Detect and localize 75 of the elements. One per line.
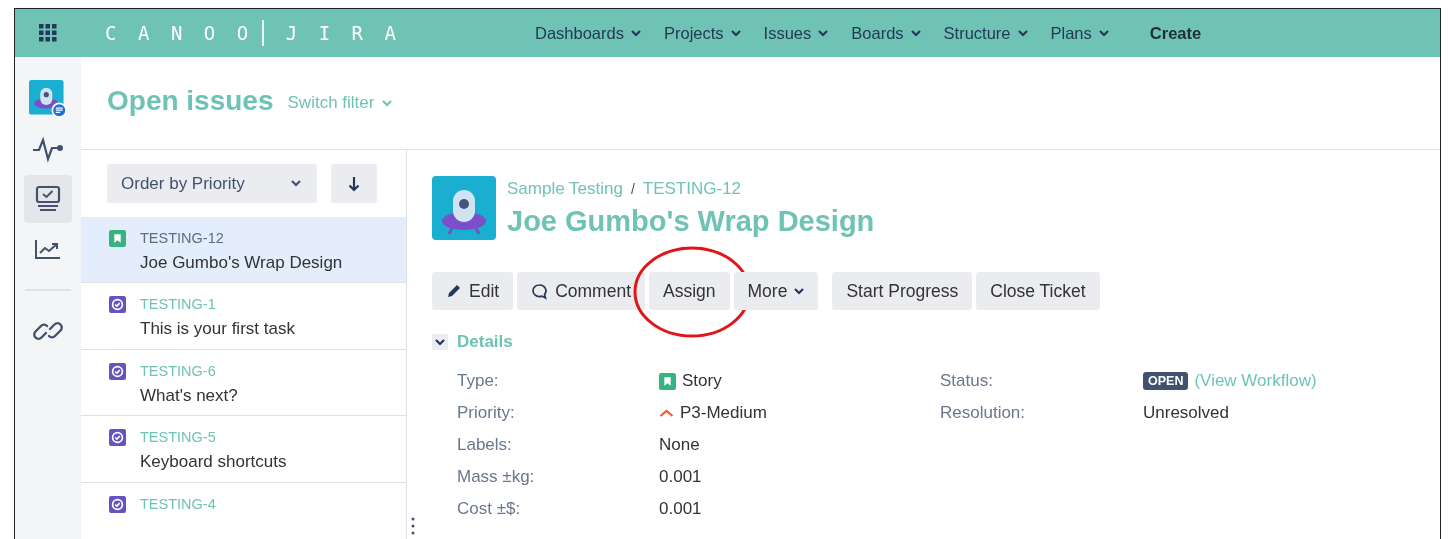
chevron-down-icon <box>631 29 641 37</box>
chevron-down-icon <box>382 99 393 107</box>
action-button[interactable]: Assign <box>649 272 730 310</box>
field-label: Cost ±$: <box>457 499 522 519</box>
issue-list-item[interactable]: TESTING-1 This is your first task <box>81 283 406 350</box>
issue-key: TESTING-6 <box>140 362 238 379</box>
logo-text: JIRA <box>285 22 418 44</box>
issue-list-item[interactable]: TESTING-12 Joe Gumbo's Wrap Design <box>81 217 406 284</box>
issue-summary: What's next? <box>140 385 238 406</box>
bookmark-icon <box>659 372 676 390</box>
nav-menu[interactable]: Projects <box>664 23 741 43</box>
order-select[interactable]: Order by Priority <box>107 164 317 203</box>
nav-menu[interactable]: Issues <box>763 23 829 43</box>
pulse-icon[interactable] <box>31 135 65 163</box>
issue-key: TESTING-4 <box>140 495 216 512</box>
field-label: Type: <box>457 371 500 391</box>
speech-bubble-icon <box>531 282 549 300</box>
action-button[interactable]: Edit <box>432 272 514 310</box>
issue-list-item[interactable]: TESTING-5 Keyboard shortcuts <box>81 416 406 483</box>
chevron-down-icon <box>291 180 301 187</box>
nav-menu[interactable]: Plans <box>1050 23 1109 43</box>
check-circle-icon <box>109 495 126 513</box>
chevron-down-icon <box>730 29 741 37</box>
action-button[interactable]: Close Ticket <box>976 272 1100 310</box>
field-value: None <box>659 435 700 455</box>
details-toggle[interactable] <box>432 334 448 350</box>
nav-menu[interactable]: Dashboards <box>535 23 641 43</box>
issue-key: TESTING-12 <box>140 230 343 246</box>
project-avatar-icon <box>432 176 496 240</box>
arrow-down-icon <box>348 175 360 192</box>
chevron-down-icon <box>818 29 829 37</box>
issue-key: TESTING-1 <box>140 296 295 313</box>
field-value: Story <box>682 371 722 391</box>
field-label: Priority: <box>457 403 516 423</box>
bookmark-icon <box>109 230 126 247</box>
field-value: Unresolved <box>1143 403 1229 423</box>
check-circle-icon <box>109 429 126 447</box>
issue-list-item[interactable]: TESTING-6 What's next? <box>81 349 406 417</box>
field-value: 0.001 <box>659 499 702 519</box>
more-dropdown-button[interactable]: More <box>733 272 819 310</box>
field-label: Status: <box>940 371 994 391</box>
action-button[interactable]: Comment <box>517 272 645 310</box>
field-value: 0.001 <box>659 467 702 487</box>
app-grid-icon[interactable] <box>39 24 57 42</box>
chevron-down-icon <box>794 287 805 295</box>
issue-summary: This is your first task <box>140 319 295 340</box>
sort-direction-button[interactable] <box>331 164 377 203</box>
board-icon[interactable] <box>35 185 61 213</box>
status-badge: OPEN <box>1143 372 1189 390</box>
issue-summary: Joe Gumbo's Wrap Design <box>140 253 343 273</box>
issue-title: Joe Gumbo's Wrap Design <box>507 204 875 238</box>
resize-handle-icon[interactable] <box>411 517 415 535</box>
create-button[interactable]: Create <box>1149 23 1202 43</box>
page-title: Open issues <box>107 85 274 117</box>
nav-menu[interactable]: Boards <box>851 23 921 43</box>
check-circle-icon <box>109 296 126 314</box>
chevron-down-icon <box>435 338 445 346</box>
chevron-down-icon <box>1098 29 1109 37</box>
line-chart-icon[interactable] <box>34 238 62 260</box>
field-value: P3-Medium <box>680 403 767 423</box>
check-circle-icon <box>109 362 126 380</box>
issue-key: TESTING-5 <box>140 429 287 446</box>
action-button[interactable]: Start Progress <box>832 272 973 310</box>
chevron-down-icon <box>1017 29 1028 37</box>
nav-menu[interactable]: Structure <box>943 23 1028 43</box>
field-label: Labels: <box>457 435 513 455</box>
sidebar-item[interactable] <box>24 175 72 223</box>
field-label: Resolution: <box>940 403 1027 423</box>
logo-text: CANOO <box>105 22 270 44</box>
field-label: Mass ±kg: <box>457 467 536 487</box>
issue-summary: Keyboard shortcuts <box>140 452 287 473</box>
breadcrumb-separator: / <box>630 180 635 197</box>
chevron-down-icon <box>910 29 921 37</box>
chevron-up-icon <box>659 408 674 418</box>
pencil-icon <box>446 283 462 299</box>
